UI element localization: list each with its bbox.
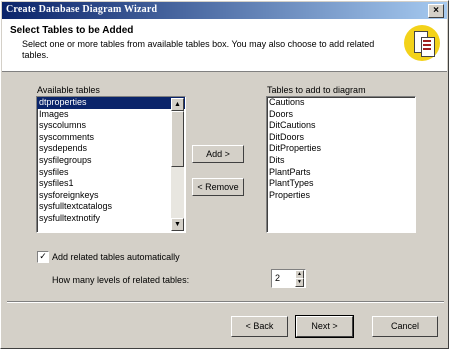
- list-item[interactable]: PlantTypes: [267, 178, 415, 190]
- close-button[interactable]: ×: [428, 4, 444, 18]
- available-tables-scrollbar[interactable]: ▲ ▼: [171, 98, 184, 231]
- list-item[interactable]: DitCautions: [267, 120, 415, 132]
- footer-separator: [7, 301, 444, 303]
- database-diagram-icon: [404, 25, 440, 61]
- wizard-window: Create Database Diagram Wizard × Select …: [0, 0, 449, 349]
- list-item[interactable]: DitProperties: [267, 143, 415, 155]
- list-item[interactable]: syscolumns: [37, 120, 185, 132]
- list-item[interactable]: sysfilegroups: [37, 155, 185, 167]
- list-item[interactable]: dtproperties: [37, 97, 185, 109]
- available-tables-items: dtproperties Images syscolumns syscomments s…: [37, 97, 185, 225]
- step-description: Select one or more tables from available…: [22, 39, 375, 60]
- tables-to-add-list[interactable]: Cautions Doors DitCautions DitDoors DitPrope…: [266, 96, 416, 233]
- list-item[interactable]: syscomments: [37, 132, 185, 144]
- list-item[interactable]: DitDoors: [267, 132, 415, 144]
- add-button[interactable]: Add >: [192, 145, 244, 163]
- available-tables-label: Available tables: [37, 85, 100, 95]
- list-item[interactable]: Dits: [267, 155, 415, 167]
- scroll-thumb[interactable]: [171, 111, 184, 167]
- list-item[interactable]: PlantParts: [267, 167, 415, 179]
- cancel-button[interactable]: Cancel: [372, 316, 438, 337]
- add-related-label: Add related tables automatically: [52, 252, 180, 262]
- spin-down-icon[interactable]: ▼: [295, 278, 304, 287]
- window-title: Create Database Diagram Wizard: [6, 4, 158, 15]
- tables-to-add-items: Cautions Doors DitCautions DitDoors DitPrope…: [267, 97, 415, 201]
- list-item[interactable]: sysfiles: [37, 167, 185, 179]
- list-item[interactable]: sysdepends: [37, 143, 185, 155]
- list-item[interactable]: Cautions: [267, 97, 415, 109]
- list-item[interactable]: Properties: [267, 190, 415, 202]
- list-item[interactable]: sysfiles1: [37, 178, 185, 190]
- list-item[interactable]: sysfulltextcatalogs: [37, 201, 185, 213]
- scroll-up-arrow-icon[interactable]: ▲: [171, 98, 184, 111]
- levels-label: How many levels of related tables:: [52, 275, 190, 285]
- list-item[interactable]: Doors: [267, 109, 415, 121]
- list-item[interactable]: sysforeignkeys: [37, 190, 185, 202]
- scroll-down-arrow-icon[interactable]: ▼: [171, 218, 184, 231]
- wizard-header: Select Tables to be Added Select one or …: [2, 19, 447, 72]
- add-related-checkbox[interactable]: ✓: [37, 251, 49, 263]
- tables-to-add-label: Tables to add to diagram: [267, 85, 366, 95]
- back-button[interactable]: < Back: [231, 316, 288, 337]
- remove-button[interactable]: < Remove: [192, 178, 244, 196]
- list-item[interactable]: Images: [37, 109, 185, 121]
- next-button[interactable]: Next >: [295, 315, 354, 338]
- list-item[interactable]: sysfulltextnotify: [37, 213, 185, 225]
- levels-spinner[interactable]: 2 ▲ ▼: [271, 269, 306, 288]
- title-bar[interactable]: Create Database Diagram Wizard ×: [2, 2, 447, 19]
- available-tables-list[interactable]: dtproperties Images syscolumns syscomments s…: [36, 96, 186, 233]
- step-title: Select Tables to be Added: [10, 25, 134, 36]
- levels-value: 2: [275, 273, 281, 283]
